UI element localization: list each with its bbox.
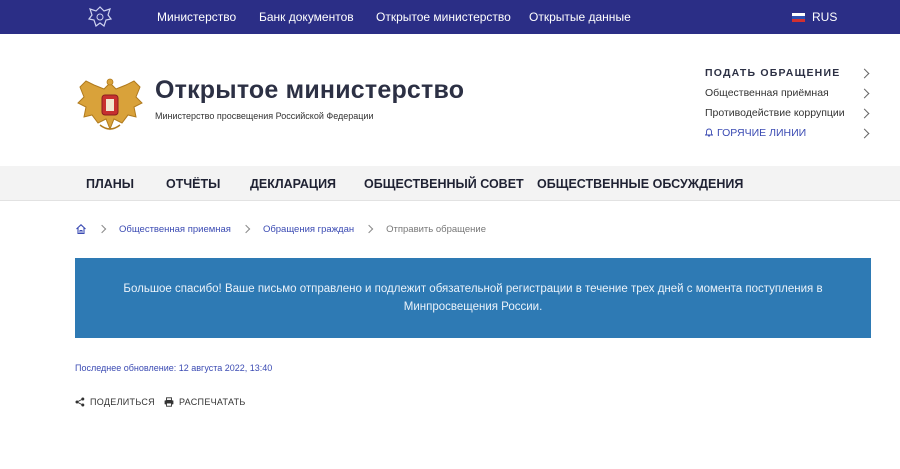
submit-appeal-link[interactable]: ПОДАТЬ ОБРАЩЕНИЕ <box>705 67 871 79</box>
success-message-box: Большое спасибо! Ваше письмо отправлено … <box>75 258 871 338</box>
print-label: РАСПЕЧАТАТЬ <box>178 397 246 407</box>
chevron-right-icon <box>859 108 870 118</box>
last-updated-text: Последнее обновление: 12 августа 2022, 1… <box>75 363 273 373</box>
site-title[interactable]: Открытое министерство <box>155 76 464 105</box>
share-icon <box>75 397 85 407</box>
anticorruption-label: Противодействие коррупции <box>705 107 845 119</box>
breadcrumb-citizen-appeals[interactable]: Обращения граждан <box>263 224 354 235</box>
nav-declaration[interactable]: ДЕКЛАРАЦИЯ <box>250 177 336 191</box>
nav-plans[interactable]: ПЛАНЫ <box>86 177 134 191</box>
topnav-open-data-link[interactable]: Открытые данные <box>529 10 631 24</box>
anticorruption-link[interactable]: Противодействие коррупции <box>705 107 871 119</box>
breadcrumb-separator-icon <box>241 224 251 234</box>
hotlines-label: ГОРЯЧИЕ ЛИНИИ <box>717 127 807 139</box>
public-reception-label: Общественная приёмная <box>705 87 829 99</box>
share-label: ПОДЕЛИТЬСЯ <box>90 397 155 407</box>
main-navigation: ПЛАНЫ ОТЧЁТЫ ДЕКЛАРАЦИЯ ОБЩЕСТВЕННЫЙ СОВ… <box>0 166 900 201</box>
site-header: Открытое министерство Министерство просв… <box>0 34 900 166</box>
topnav-open-ministry-link[interactable]: Открытое министерство <box>376 10 511 24</box>
ministry-emblem-small-icon[interactable] <box>85 3 115 31</box>
printer-icon <box>164 397 174 407</box>
home-icon[interactable] <box>75 223 87 235</box>
language-label: RUS <box>812 10 838 24</box>
breadcrumb-public-reception[interactable]: Общественная приемная <box>119 224 231 235</box>
public-reception-link[interactable]: Общественная приёмная <box>705 87 871 99</box>
language-switcher[interactable]: RUS <box>792 10 837 24</box>
hotlines-wrapper: ГОРЯЧИЕ ЛИНИИ <box>705 127 806 139</box>
page-actions: ПОДЕЛИТЬСЯ РАСПЕЧАТАТЬ <box>75 397 255 407</box>
chevron-right-icon <box>859 68 870 78</box>
success-message-text: Большое спасибо! Ваше письмо отправлено … <box>123 283 823 313</box>
nav-public-discussions[interactable]: ОБЩЕСТВЕННЫЕ ОБСУЖДЕНИЯ <box>537 177 743 191</box>
nav-public-council[interactable]: ОБЩЕСТВЕННЫЙ СОВЕТ <box>364 177 524 191</box>
breadcrumb: Общественная приемная Обращения граждан … <box>75 222 486 236</box>
chevron-right-icon <box>859 88 870 98</box>
submit-appeal-label: ПОДАТЬ ОБРАЩЕНИЕ <box>705 67 841 79</box>
bell-icon <box>705 128 713 137</box>
top-bar: Министерство Банк документов Открытое ми… <box>0 0 900 34</box>
site-subtitle: Министерство просвещения Российской Феде… <box>155 111 374 121</box>
russian-flag-icon <box>792 12 805 22</box>
ministry-emblem-icon[interactable] <box>76 77 144 137</box>
hotlines-link[interactable]: ГОРЯЧИЕ ЛИНИИ <box>705 127 871 139</box>
share-button[interactable]: ПОДЕЛИТЬСЯ <box>75 397 155 407</box>
breadcrumb-separator-icon <box>364 224 374 234</box>
topnav-ministry-link[interactable]: Министерство <box>157 10 236 24</box>
chevron-right-icon <box>859 128 870 138</box>
breadcrumb-current: Отправить обращение <box>386 223 486 235</box>
breadcrumb-separator-icon <box>97 224 107 234</box>
nav-reports[interactable]: ОТЧЁТЫ <box>166 177 220 191</box>
print-button[interactable]: РАСПЕЧАТАТЬ <box>164 397 246 407</box>
topnav-documents-link[interactable]: Банк документов <box>259 10 354 24</box>
